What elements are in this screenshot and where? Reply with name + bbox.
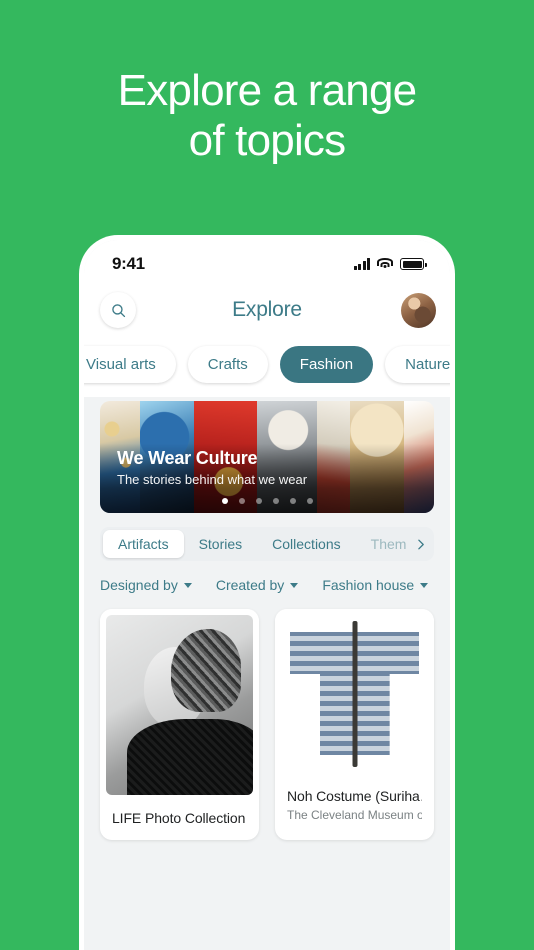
filter-created-by[interactable]: Created by: [215, 577, 299, 593]
tabs-next-button[interactable]: [412, 536, 428, 552]
kimono-photo: [281, 615, 428, 773]
filter-designed-by[interactable]: Designed by: [100, 577, 192, 593]
status-bar-icons: [353, 258, 427, 270]
app-bar: Explore: [84, 282, 450, 338]
category-chip-crafts[interactable]: Crafts: [187, 346, 268, 383]
wifi-icon: [377, 258, 393, 270]
portrait-photo: [106, 615, 253, 795]
filter-fashion-house-label: Fashion house: [322, 577, 415, 593]
hero-banner[interactable]: We Wear Culture The stories behind what …: [100, 401, 434, 513]
page-title: Explore: [232, 298, 302, 321]
category-chip-fashion[interactable]: Fashion: [279, 346, 374, 383]
result-card-title: LIFE Photo Collection: [112, 810, 246, 826]
carousel-dot[interactable]: [238, 498, 245, 504]
filter-designed-by-label: Designed by: [100, 577, 178, 593]
result-card-title: Noh Costume (Suriha…: [287, 788, 422, 804]
hero-banner-title: We Wear Culture: [117, 448, 258, 468]
phone-mockup: 9:41 Explore Visual arts Crafts Fashion: [84, 240, 450, 950]
filter-fashion-house[interactable]: Fashion house: [322, 577, 429, 593]
promo-headline: Explore a range of topics: [0, 66, 534, 165]
results-grid: LIFE Photo Collection Noh Costume (Surih…: [100, 609, 434, 840]
result-card-subtitle: The Cleveland Museum of …: [287, 808, 422, 822]
status-bar-time: 9:41: [112, 254, 145, 273]
category-chip-nature[interactable]: Nature: [385, 346, 450, 383]
status-bar: 9:41: [84, 240, 450, 282]
hero-banner-text: We Wear Culture The stories behind what …: [117, 448, 307, 487]
search-button[interactable]: [100, 292, 136, 328]
battery-full-icon: [400, 258, 427, 270]
category-chip-list[interactable]: Visual arts Crafts Fashion Nature Design: [84, 338, 450, 397]
signal-bars-icon: [353, 258, 370, 270]
tabs-container: Artifacts Stories Collections Them: [100, 527, 434, 561]
carousel-dot[interactable]: [255, 498, 262, 504]
filter-row: Designed by Created by Fashion house: [100, 577, 434, 593]
avatar[interactable]: [401, 292, 436, 328]
tab-collections[interactable]: Collections: [257, 530, 355, 558]
chevron-right-icon: [417, 539, 424, 549]
chevron-down-icon: [290, 582, 299, 588]
chevron-down-icon: [420, 582, 429, 588]
result-card[interactable]: LIFE Photo Collection: [100, 609, 259, 840]
tab-artifacts[interactable]: Artifacts: [103, 530, 184, 558]
tab-stories[interactable]: Stories: [184, 530, 258, 558]
carousel-dot[interactable]: [221, 498, 228, 504]
carousel-dot[interactable]: [272, 498, 279, 504]
carousel-dot[interactable]: [289, 498, 296, 504]
tab-bar: Artifacts Stories Collections Them: [100, 527, 434, 561]
result-card-body: LIFE Photo Collection: [100, 801, 259, 840]
hero-banner-subtitle: The stories behind what we wear: [117, 472, 308, 487]
chevron-down-icon: [183, 582, 192, 588]
result-card-image: [100, 609, 259, 801]
carousel-dots[interactable]: [100, 498, 434, 504]
category-chip-visual-arts[interactable]: Visual arts: [84, 346, 176, 383]
promo-headline-line-2: of topics: [188, 115, 346, 165]
result-card-body: Noh Costume (Suriha… The Cleveland Museu…: [275, 779, 434, 836]
filter-created-by-label: Created by: [215, 577, 285, 593]
result-card[interactable]: Noh Costume (Suriha… The Cleveland Museu…: [275, 609, 434, 840]
phone-screen: 9:41 Explore Visual arts Crafts Fashion: [84, 240, 450, 950]
result-card-image: [275, 609, 434, 779]
carousel-dot[interactable]: [306, 498, 313, 504]
search-icon: [111, 303, 125, 317]
promo-headline-line-1: Explore a range: [117, 66, 417, 115]
